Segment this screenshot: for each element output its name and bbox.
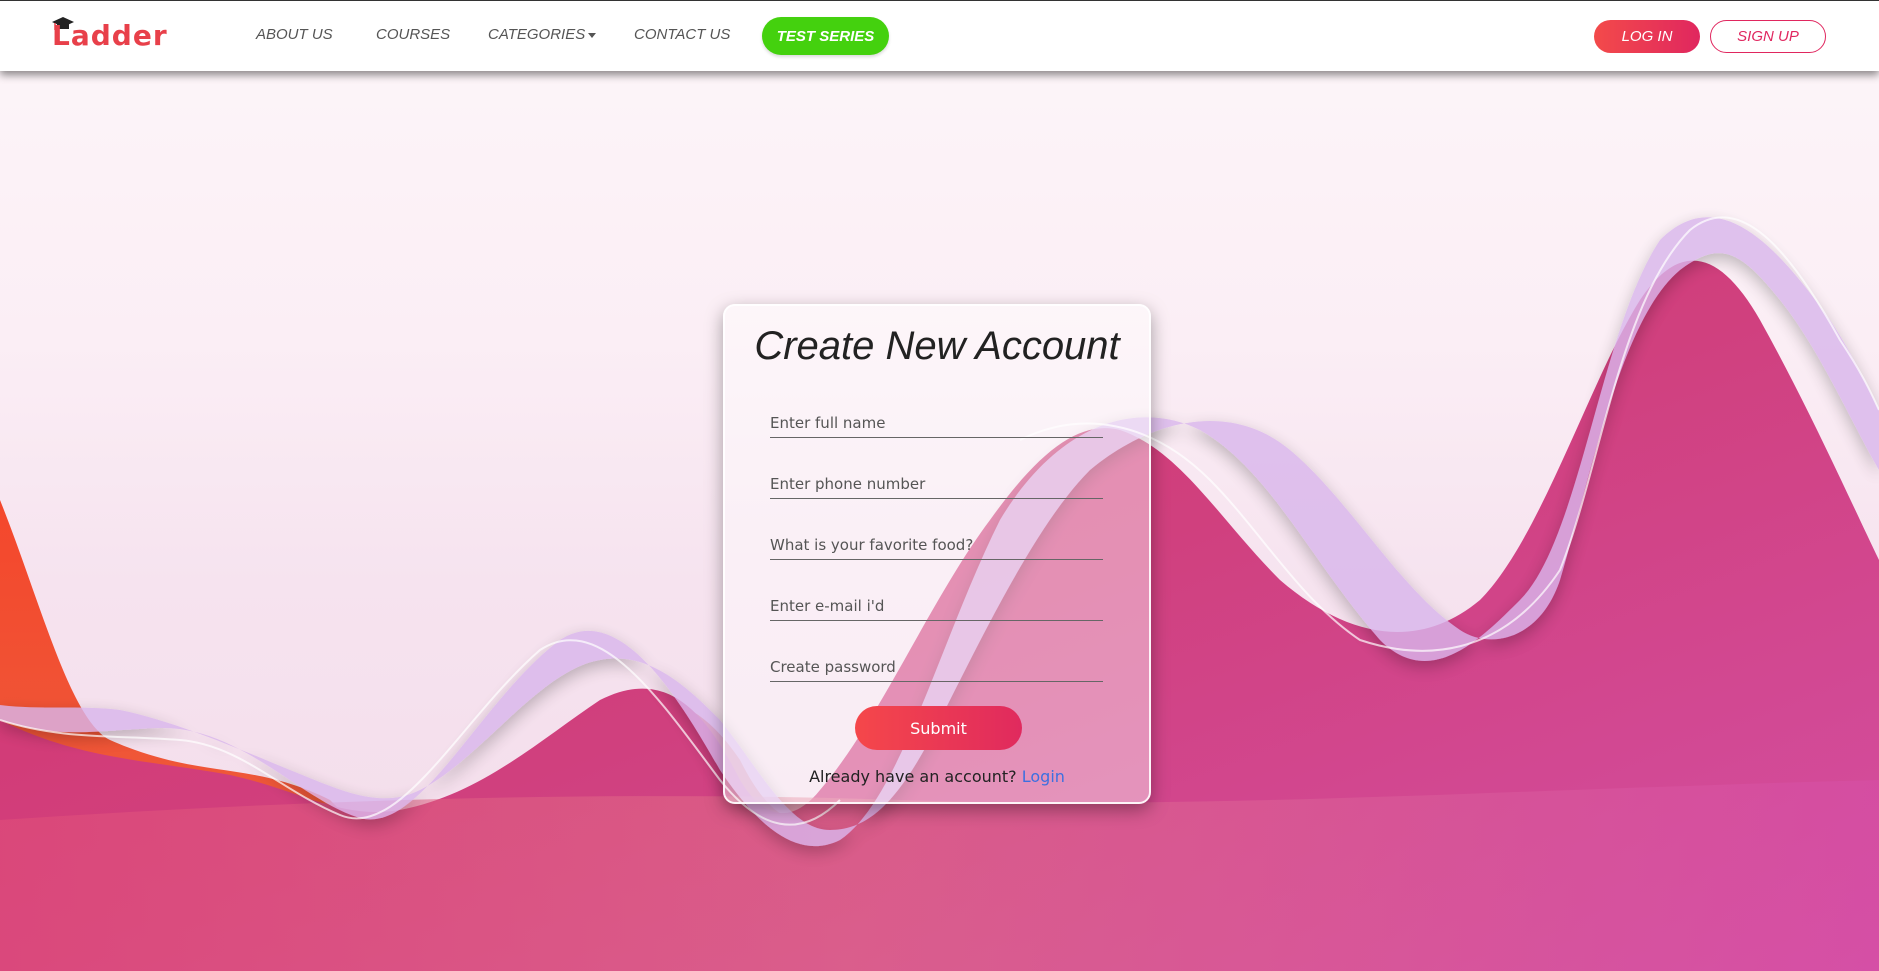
already-account-label: Already have an account? [809, 767, 1017, 786]
nav-categories-label: CATEGORIES [488, 26, 586, 43]
top-navbar: Ladder ABOUT US COURSES CATEGORIES CONTA… [0, 0, 1879, 71]
full-name-input[interactable] [770, 408, 1103, 438]
nav-contact-us[interactable]: CONTACT US [634, 26, 730, 43]
submit-button[interactable]: Submit [855, 706, 1022, 750]
password-input[interactable] [770, 652, 1103, 682]
nav-about-us[interactable]: ABOUT US [256, 26, 333, 43]
login-link[interactable]: Login [1022, 767, 1065, 786]
already-account-text: Already have an account? Login [725, 767, 1149, 786]
brand-name: Ladder [52, 19, 168, 52]
form-title: Create New Account [754, 324, 1120, 368]
create-account-card: Create New Account Submit Already have a… [723, 304, 1151, 804]
caret-down-icon [588, 32, 597, 38]
nav-categories-dropdown[interactable]: CATEGORIES [488, 26, 597, 43]
email-input[interactable] [770, 591, 1103, 621]
phone-number-input[interactable] [770, 469, 1103, 499]
brand-logo[interactable]: Ladder [52, 11, 172, 57]
nav-courses[interactable]: COURSES [376, 26, 450, 43]
signup-button[interactable]: SIGN UP [1710, 20, 1826, 53]
test-series-button[interactable]: TEST SERIES [762, 17, 889, 55]
favorite-food-input[interactable] [770, 530, 1103, 560]
login-button[interactable]: LOG IN [1594, 20, 1700, 53]
